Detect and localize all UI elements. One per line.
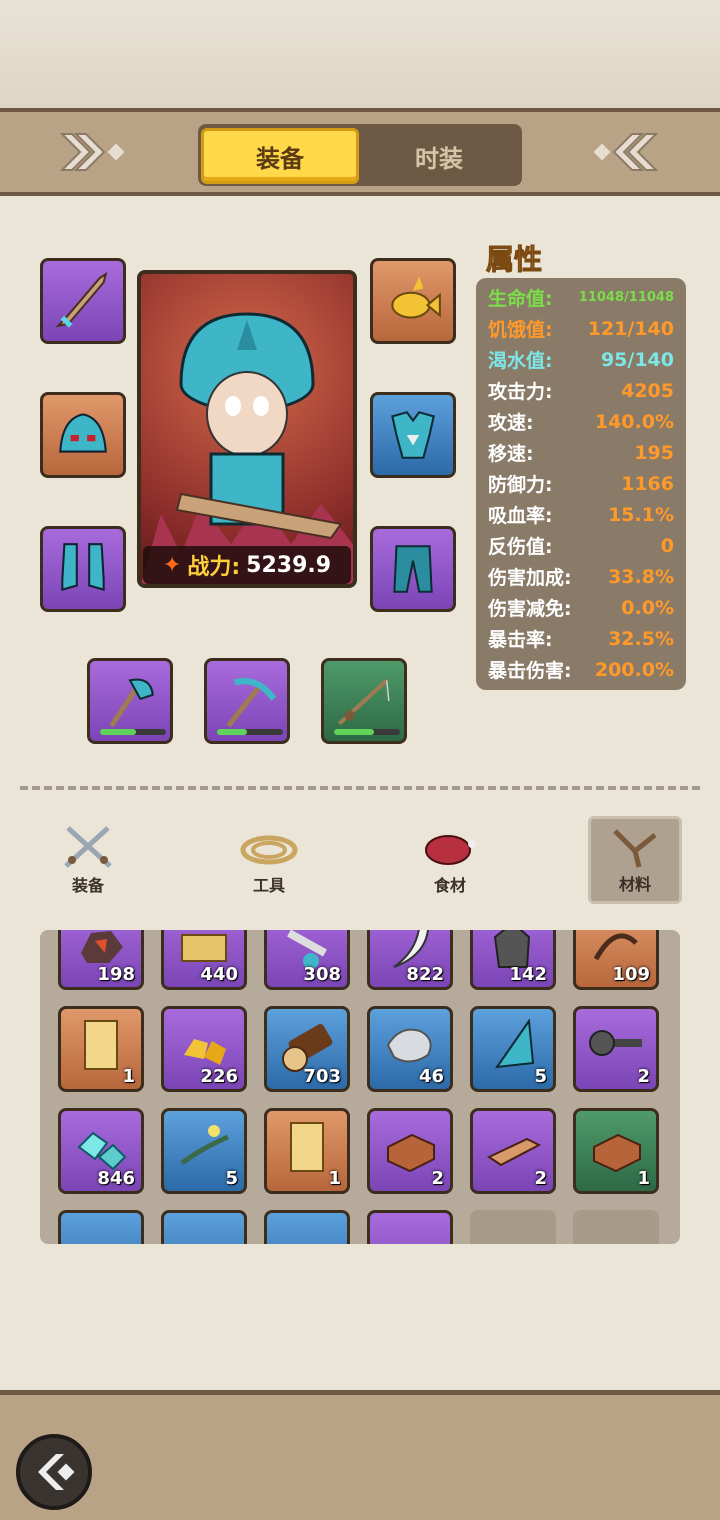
category-tools[interactable]: 工具 xyxy=(219,820,319,902)
axe-tool-slot[interactable] xyxy=(87,658,173,744)
golden-fish-icon xyxy=(391,276,441,319)
crossed-swords-icon xyxy=(64,826,112,868)
chest-armor-icon xyxy=(391,411,435,459)
attr-damage-reduction: 伤害减免: 0.0% xyxy=(488,596,674,621)
power-label: 战力: xyxy=(187,555,241,580)
inventory-item[interactable]: 1 xyxy=(573,1108,659,1194)
inventory-item[interactable]: 226 xyxy=(161,1006,247,1092)
inventory-item[interactable]: 46 xyxy=(367,1006,453,1092)
bottom-bar xyxy=(0,1390,720,1520)
inventory-item[interactable]: 308 xyxy=(264,930,350,990)
attr-move-speed: 移速: 195 xyxy=(488,441,674,466)
left-arrow-decoration-icon xyxy=(58,130,128,183)
category-materials[interactable]: 材料 xyxy=(588,816,682,904)
sword-icon xyxy=(55,271,108,328)
inventory-item[interactable]: 2 xyxy=(573,1006,659,1092)
fishing-rod-durability-bar xyxy=(334,729,400,735)
attributes-title: 属性 xyxy=(485,243,543,277)
fire-icon: ✦ xyxy=(162,552,182,578)
inventory-item[interactable]: 5 xyxy=(161,1108,247,1194)
category-food[interactable]: 食材 xyxy=(400,820,500,902)
pickaxe-tool-slot[interactable] xyxy=(204,658,290,744)
inventory-item[interactable]: 1 xyxy=(58,1006,144,1092)
fishing-rod-icon xyxy=(337,678,390,726)
inventory-item[interactable]: 1 xyxy=(264,1108,350,1194)
inventory-item[interactable]: 846 xyxy=(58,1108,144,1194)
pickaxe-icon xyxy=(226,678,277,728)
inventory-item[interactable] xyxy=(161,1210,247,1244)
attr-crit-rate: 暴击率: 32.5% xyxy=(488,627,674,652)
attr-damage-bonus: 伤害加成: 33.8% xyxy=(488,565,674,590)
axe-icon xyxy=(109,678,154,728)
inventory-item[interactable]: 2 xyxy=(367,1108,453,1194)
inventory-item[interactable] xyxy=(58,1210,144,1244)
axe-durability-bar xyxy=(100,729,166,735)
character-portrait xyxy=(137,270,357,588)
inventory-item[interactable]: 440 xyxy=(161,930,247,990)
boots-icon xyxy=(61,543,105,592)
inventory-item[interactable]: 198 xyxy=(58,930,144,990)
inventory-item[interactable] xyxy=(367,1210,453,1244)
pants-icon xyxy=(393,545,433,593)
back-button[interactable] xyxy=(16,1434,92,1510)
inventory-item[interactable]: 5 xyxy=(470,1006,556,1092)
empty-inventory-slot xyxy=(573,1210,659,1244)
weapon-slot[interactable] xyxy=(40,258,126,344)
armor-slot[interactable] xyxy=(370,392,456,478)
accessory-slot[interactable] xyxy=(370,258,456,344)
inventory-item[interactable]: 703 xyxy=(264,1006,350,1092)
empty-inventory-slot xyxy=(470,1210,556,1244)
category-equipment[interactable]: 装备 xyxy=(38,820,138,902)
meat-icon xyxy=(425,835,476,865)
attr-thirst: 渴水值: 95/140 xyxy=(488,348,674,373)
back-arrow-icon xyxy=(38,1454,75,1490)
helmet-icon xyxy=(59,413,107,453)
inventory-item[interactable] xyxy=(264,1210,350,1244)
inventory-item[interactable]: 142 xyxy=(470,930,556,990)
right-arrow-decoration-icon xyxy=(590,130,660,183)
top-background xyxy=(0,0,720,110)
attr-crit-damage: 暴击伤害: 200.0% xyxy=(488,658,674,683)
pickaxe-durability-bar xyxy=(217,729,283,735)
pants-slot[interactable] xyxy=(370,526,456,612)
inventory-item[interactable]: 109 xyxy=(573,930,659,990)
attr-reflect: 反伤值: 0 xyxy=(488,534,674,559)
tab-equipment[interactable]: 装备 xyxy=(201,128,359,184)
power-value: 5239.9 xyxy=(246,552,332,578)
attr-attack: 攻击力: 4205 xyxy=(488,379,674,404)
attr-attack-speed: 攻速: 140.0% xyxy=(488,410,674,435)
helmet-slot[interactable] xyxy=(40,392,126,478)
inventory-grid: 198 440 308 822 142 109 1 226 703 46 5 2… xyxy=(40,930,680,1244)
section-divider xyxy=(20,786,700,790)
attr-defense: 防御力: 1166 xyxy=(488,472,674,497)
inventory-item[interactable]: 822 xyxy=(367,930,453,990)
fishing-rod-tool-slot[interactable] xyxy=(321,658,407,744)
inventory-item[interactable]: 2 xyxy=(470,1108,556,1194)
rope-coil-icon xyxy=(240,835,298,865)
attr-hp: 生命值: 11048/11048 xyxy=(488,288,674,310)
combat-power-display: ✦ 战力: 5239.9 xyxy=(143,546,351,584)
attr-hunger: 饥饿值: 121/140 xyxy=(488,317,674,342)
boots-slot[interactable] xyxy=(40,526,126,612)
attr-lifesteal: 吸血率: 15.1% xyxy=(488,503,674,528)
tab-fashion[interactable]: 时装 xyxy=(360,128,518,184)
slingshot-icon xyxy=(613,829,657,868)
